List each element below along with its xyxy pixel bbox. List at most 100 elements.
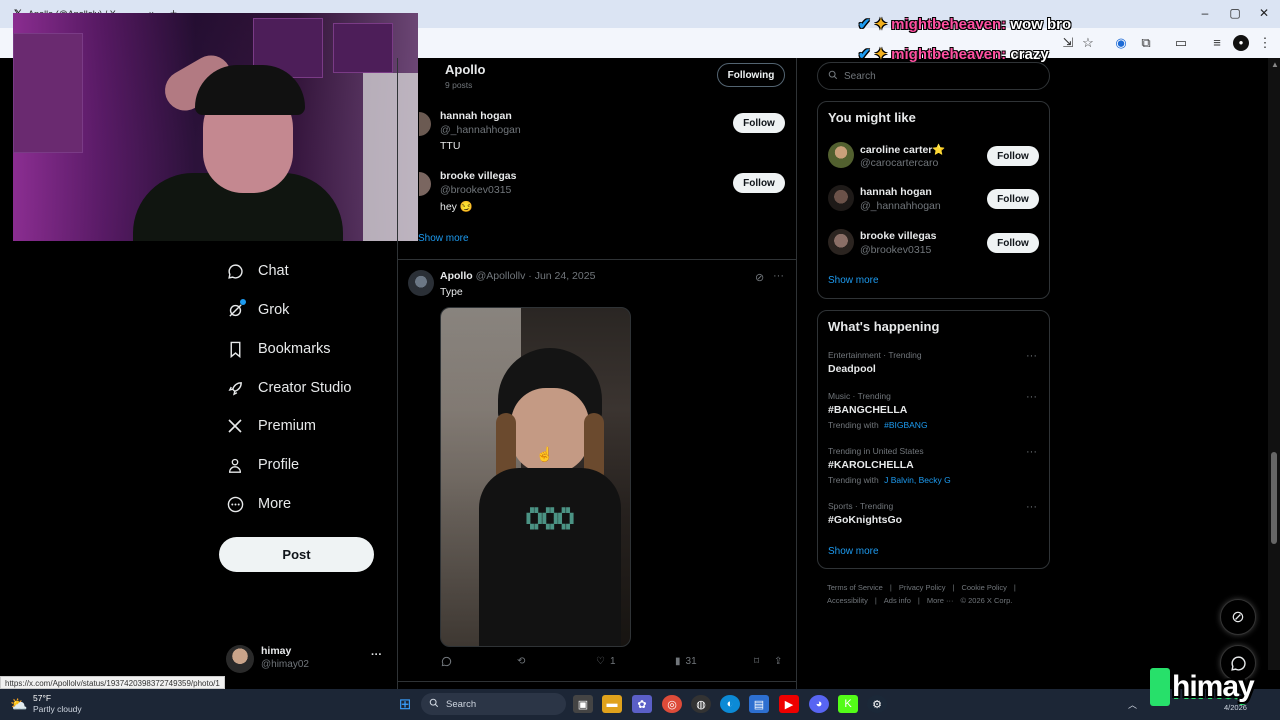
following-button[interactable]: Following <box>717 63 785 87</box>
browser-menu-icon[interactable]: ⋮ <box>1257 35 1273 51</box>
edge-icon[interactable]: ◐ <box>720 695 740 713</box>
show-more-link[interactable]: Show more <box>828 275 879 286</box>
views-button[interactable]: ▮ 31 <box>675 656 697 667</box>
store-icon[interactable]: ▤ <box>749 695 769 713</box>
chrome-icon[interactable]: ◎ <box>662 695 682 713</box>
trend-item[interactable]: Sports · Trending #GoKnightsGo ··· <box>828 501 1040 529</box>
scroll-up-icon[interactable]: ▲ <box>1271 60 1279 69</box>
footer-link[interactable]: Privacy Policy <box>899 583 946 592</box>
nav-item-creator-studio[interactable]: Creator Studio <box>226 373 352 403</box>
tweet-text: Type <box>440 286 463 298</box>
trend-more-icon[interactable]: ··· <box>1026 501 1037 513</box>
steam-icon[interactable]: ⚙ <box>867 695 887 713</box>
favorite-star-icon[interactable]: ☆ <box>1080 35 1096 51</box>
retweet-button[interactable]: ⟲ <box>517 656 530 667</box>
tweet-author-handle[interactable]: @Apollollv <box>476 270 526 282</box>
read-aloud-icon[interactable]: ◉ <box>1113 35 1129 51</box>
weather-icon: ⛅ <box>10 696 28 712</box>
nav-item-premium[interactable]: Premium <box>226 411 316 441</box>
suggested-user[interactable]: caroline carter⭐ @carocartercaro Follow <box>828 142 1040 170</box>
trend-item[interactable]: Music · Trending #BANGCHELLA Trending wi… <box>828 391 1040 433</box>
follow-button[interactable]: Follow <box>987 189 1039 209</box>
suggested-user[interactable]: brooke villegas @brookev0315 hey 😏 Follo… <box>440 170 785 214</box>
nav-item-bookmarks[interactable]: Bookmarks <box>226 334 331 364</box>
copilot-icon[interactable]: ✿ <box>632 695 652 713</box>
footer-link[interactable]: Accessibility <box>827 596 868 605</box>
trend-more-icon[interactable]: ··· <box>1026 446 1037 458</box>
post-button[interactable]: Post <box>219 537 374 572</box>
tray-chevron-icon[interactable]: ︿ <box>1128 698 1137 711</box>
grok-explain-icon[interactable]: ⊘ <box>755 271 764 284</box>
scrollbar[interactable] <box>1268 58 1280 670</box>
nav-item-profile[interactable]: Profile <box>226 450 299 480</box>
follow-button[interactable]: Follow <box>987 233 1039 253</box>
trend-item[interactable]: Trending in United States #KAROLCHELLA T… <box>828 446 1040 488</box>
user-handle: @brookev0315 <box>440 184 512 196</box>
trend-more-icon[interactable]: ··· <box>1026 350 1037 362</box>
file-explorer-icon[interactable]: ▬ <box>602 695 622 713</box>
obs-icon[interactable]: ◍ <box>691 695 711 713</box>
more-circle-icon <box>226 495 244 513</box>
share-button[interactable]: ⇪ <box>774 656 782 667</box>
kick-icon[interactable]: K <box>838 695 858 713</box>
tweet-date[interactable]: · Jun 24, 2025 <box>528 270 595 282</box>
show-more-link[interactable]: Show more <box>418 233 469 244</box>
minimize-icon[interactable]: – <box>1198 6 1212 20</box>
reply-button[interactable] <box>441 656 457 667</box>
account-more-icon[interactable]: ··· <box>371 649 382 661</box>
split-screen-icon[interactable]: ▭ <box>1173 35 1189 51</box>
suggested-user[interactable]: hannah hogan @_hannahhogan TTU Follow <box>440 110 785 154</box>
tweet-more-icon[interactable]: ··· <box>773 270 784 282</box>
trend-meta: Entertainment · Trending <box>828 350 922 360</box>
taskbar-search[interactable]: Search <box>421 693 566 715</box>
nav-label: Creator Studio <box>258 380 352 396</box>
footer-link[interactable]: Terms of Service <box>827 583 883 592</box>
tweet-photo[interactable]: ▞▚▞▚▞▚ ▚▞▚▞▚▞ ☝ <box>440 307 631 647</box>
close-window-icon[interactable]: ✕ <box>1257 6 1271 20</box>
nav-item-grok[interactable]: Grok <box>226 295 289 325</box>
tweet-author-name[interactable]: Apollo <box>440 270 473 282</box>
discord-icon[interactable]: ◕ <box>809 695 829 713</box>
trending-with-link[interactable]: J Balvin, Becky G <box>884 475 951 485</box>
footer-link[interactable]: Cookie Policy <box>961 583 1006 592</box>
trending-with: Trending with #BIGBANG <box>828 420 928 430</box>
show-more-link[interactable]: Show more <box>828 546 879 557</box>
nav-item-chat[interactable]: Chat <box>226 256 289 286</box>
suggested-user[interactable]: hannah hogan @_hannahhogan Follow <box>828 185 1040 213</box>
search-input[interactable]: Search <box>817 62 1050 90</box>
profile-avatar-icon[interactable]: ● <box>1233 35 1249 51</box>
maximize-icon[interactable]: ▢ <box>1228 6 1242 20</box>
chat-text: wow bro <box>1010 16 1072 33</box>
follow-button[interactable]: Follow <box>733 113 785 133</box>
divider <box>398 259 796 260</box>
panel-title: What's happening <box>828 319 940 334</box>
extensions-icon[interactable]: ⧉ <box>1138 35 1154 51</box>
bookmark-button[interactable]: ⌑ <box>754 656 759 667</box>
trend-meta: Sports · Trending <box>828 501 894 511</box>
windows-start-icon[interactable]: ⊞ <box>395 695 415 713</box>
youtube-icon[interactable]: ▶ <box>779 695 799 713</box>
footer-link[interactable]: Ads info <box>884 596 911 605</box>
collections-icon[interactable]: ≡ <box>1209 35 1225 51</box>
task-view-icon[interactable]: ▣ <box>573 695 593 713</box>
like-button[interactable]: ♡ 1 <box>596 656 616 667</box>
trend-name: #GoKnightsGo <box>828 514 903 526</box>
grok-fab-icon[interactable]: ⊘ <box>1220 599 1256 635</box>
trending-with-link[interactable]: #BIGBANG <box>884 420 927 430</box>
suggested-user[interactable]: brooke villegas @brookev0315 Follow <box>828 229 1040 257</box>
install-app-icon[interactable]: ⇲ <box>1060 35 1076 51</box>
trend-more-icon[interactable]: ··· <box>1026 391 1037 403</box>
nav-item-more[interactable]: More <box>226 489 291 519</box>
profile-post-count: 9 posts <box>445 80 473 90</box>
follow-button[interactable]: Follow <box>733 173 785 193</box>
trend-name: #BANGCHELLA <box>828 404 908 416</box>
avatar[interactable] <box>408 270 434 296</box>
account-switcher[interactable]: himay @himay02 ··· <box>226 643 386 675</box>
trend-item[interactable]: Entertainment · Trending Deadpool ··· <box>828 350 1040 378</box>
weather-widget[interactable]: ⛅ 57°F Partly cloudy <box>10 693 110 717</box>
nav-label: Chat <box>258 263 289 279</box>
scrollbar-thumb[interactable] <box>1271 452 1277 544</box>
footer-link[interactable]: More ··· <box>927 596 954 605</box>
reply-icon <box>441 656 452 667</box>
follow-button[interactable]: Follow <box>987 146 1039 166</box>
